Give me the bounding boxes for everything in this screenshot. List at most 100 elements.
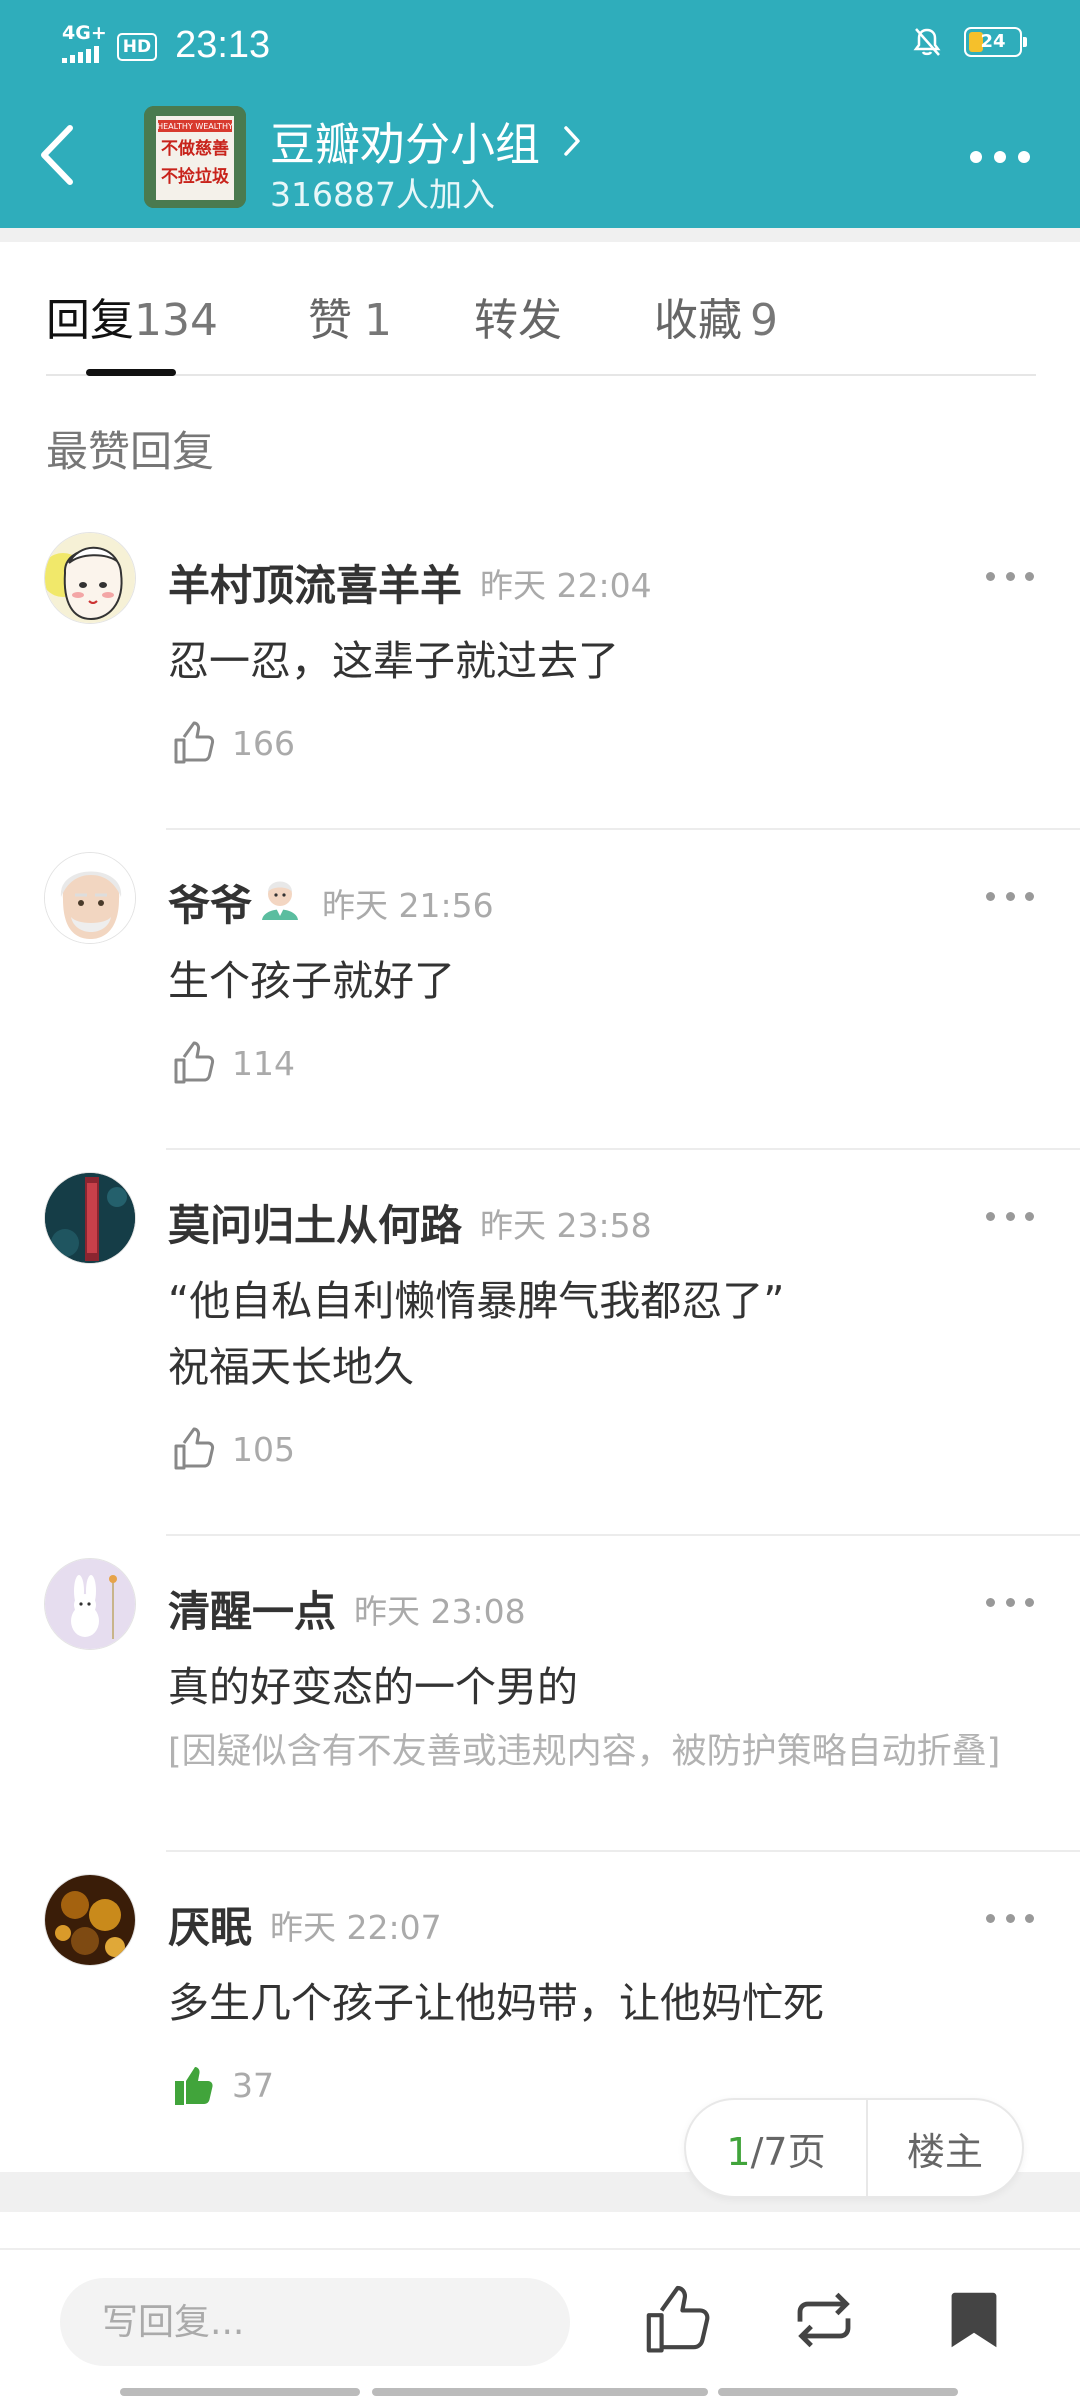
group-avatar[interactable]: HEALTHY WEALTHY 不做慈善 不捡垃圾 bbox=[144, 106, 246, 208]
tab-collections-label: 收藏 bbox=[654, 295, 742, 346]
comment-text: 多生几个孩子让他妈带，让他妈忙死 bbox=[168, 1979, 824, 2027]
thumbs-up-icon bbox=[646, 2285, 710, 2353]
folded-notice: [因疑似含有不友善或违规内容，被防护策略自动折叠] bbox=[168, 1732, 1001, 1772]
tab-collections[interactable]: 收藏 9 bbox=[654, 284, 778, 348]
header-separator bbox=[0, 228, 1080, 242]
status-left: 4G+ HD 23:13 bbox=[62, 18, 270, 67]
group-avatar-line-2: 不捡垃圾 bbox=[161, 166, 230, 187]
comment-time: 昨天 22:07 bbox=[270, 1907, 442, 1947]
like-post-button[interactable] bbox=[636, 2280, 716, 2360]
gesture-bar bbox=[120, 2388, 360, 2396]
total-pages: /7页 bbox=[750, 2129, 826, 2174]
comment-divider bbox=[166, 1850, 1080, 1852]
signal-icon: 4G+ bbox=[62, 23, 107, 63]
author-name: 厌眠 bbox=[168, 1903, 253, 1952]
repost-button[interactable] bbox=[784, 2280, 864, 2360]
more-dot bbox=[1018, 151, 1030, 163]
group-avatar-label: HEALTHY WEALTHY bbox=[157, 122, 233, 131]
group-nav: HEALTHY WEALTHY 不做慈善 不捡垃圾 豆瓣劝分小组 316887人… bbox=[0, 92, 1080, 222]
tab-likes-label: 赞 bbox=[308, 295, 352, 346]
comment-divider bbox=[166, 1148, 1080, 1150]
page-indicator-button[interactable]: 1/7页 bbox=[686, 2121, 866, 2176]
avatar[interactable] bbox=[44, 1874, 136, 1966]
comment-text: 祝福天长地久 bbox=[168, 1343, 414, 1391]
group-member-count: 316887人加入 bbox=[270, 175, 495, 214]
network-type: 4G+ bbox=[62, 21, 107, 44]
more-dot bbox=[1025, 572, 1034, 581]
current-page: 1 bbox=[726, 2129, 751, 2174]
comment-text: 忍一忍，这辈子就过去了 bbox=[168, 637, 619, 685]
author-emoji bbox=[256, 874, 304, 932]
like-button[interactable]: 105 bbox=[168, 1424, 295, 1474]
tab-reposts[interactable]: 转发 bbox=[474, 284, 562, 348]
chevron-right-icon bbox=[564, 125, 580, 156]
comment-time: 昨天 23:08 bbox=[354, 1591, 526, 1631]
group-name-link[interactable]: 豆瓣劝分小组 bbox=[270, 108, 582, 173]
more-dot bbox=[994, 151, 1006, 163]
comment-author[interactable]: 厌眠 昨天 22:07 bbox=[168, 1894, 442, 1955]
comment-author[interactable]: 清醒一点 昨天 23:08 bbox=[168, 1578, 526, 1639]
like-count: 114 bbox=[232, 1043, 295, 1083]
status-bar: 4G+ HD 23:13 24 bbox=[0, 0, 1080, 84]
gesture-bar bbox=[372, 2388, 708, 2396]
app-header: 4G+ HD 23:13 24 HEALTHY WEALTHY 不做慈善 不捡垃… bbox=[0, 0, 1080, 228]
more-dot bbox=[1025, 1598, 1034, 1607]
gesture-bar bbox=[718, 2388, 958, 2396]
chevron-left-icon bbox=[41, 125, 73, 185]
like-count: 166 bbox=[232, 723, 295, 763]
more-dot bbox=[986, 1598, 995, 1607]
avatar[interactable] bbox=[44, 1172, 136, 1264]
bookmark-icon bbox=[951, 2292, 997, 2348]
like-button[interactable]: 166 bbox=[168, 718, 295, 768]
author-name: 莫问归土从何路 bbox=[168, 1201, 463, 1250]
more-dot bbox=[970, 151, 982, 163]
like-count: 37 bbox=[232, 2065, 274, 2105]
comment-text: “他自私自利懒惰暴脾气我都忍了” bbox=[168, 1277, 785, 1325]
more-dot bbox=[1025, 892, 1034, 901]
comment-author[interactable]: 莫问归土从何路 昨天 23:58 bbox=[168, 1192, 652, 1253]
more-dot bbox=[1025, 1212, 1034, 1221]
like-button[interactable]: 37 bbox=[168, 2060, 274, 2110]
tab-replies[interactable]: 回复134 bbox=[46, 284, 218, 348]
comment-time: 昨天 21:56 bbox=[322, 885, 494, 925]
more-dot bbox=[1005, 892, 1015, 901]
comment-more-button[interactable] bbox=[986, 1212, 1034, 1226]
avatar[interactable] bbox=[44, 852, 136, 944]
comment-more-button[interactable] bbox=[986, 1914, 1034, 1928]
reply-input[interactable] bbox=[60, 2278, 570, 2366]
like-button[interactable]: 114 bbox=[168, 1038, 295, 1088]
thumbs-up-icon bbox=[174, 721, 215, 764]
comment-more-button[interactable] bbox=[986, 1598, 1034, 1612]
more-dot bbox=[1005, 1212, 1015, 1221]
hd-badge: HD bbox=[116, 32, 158, 61]
more-options-button[interactable] bbox=[960, 132, 1040, 182]
thumbs-up-filled-icon bbox=[175, 2067, 213, 2105]
more-dot bbox=[1005, 1598, 1015, 1607]
status-time: 23:13 bbox=[175, 24, 271, 66]
battery-level: 24 bbox=[980, 31, 1006, 52]
author-only-button[interactable]: 楼主 bbox=[868, 2121, 1022, 2176]
back-button[interactable] bbox=[30, 120, 90, 190]
tab-reposts-label: 转发 bbox=[474, 295, 562, 346]
comment-author[interactable]: 爷爷 昨天 21:56 bbox=[168, 872, 494, 933]
bookmark-button[interactable] bbox=[934, 2280, 1014, 2360]
tab-likes[interactable]: 赞1 bbox=[308, 284, 392, 348]
tab-likes-count: 1 bbox=[364, 295, 392, 346]
bell-off-icon bbox=[913, 28, 941, 56]
author-name: 爷爷 bbox=[168, 881, 253, 930]
like-count: 105 bbox=[232, 1429, 295, 1469]
more-dot bbox=[1005, 1914, 1015, 1923]
author-name: 羊村顶流喜羊羊 bbox=[168, 561, 463, 610]
interaction-tabs: 回复134 赞1 转发 收藏 9 bbox=[46, 242, 1036, 376]
comment-more-button[interactable] bbox=[986, 572, 1034, 586]
comment-divider bbox=[166, 1534, 1080, 1536]
comment-author[interactable]: 羊村顶流喜羊羊 昨天 22:04 bbox=[168, 552, 652, 613]
bottom-action-bar bbox=[0, 2248, 1080, 2400]
comment-text: 真的好变态的一个男的 bbox=[168, 1663, 578, 1711]
comment-more-button[interactable] bbox=[986, 892, 1034, 906]
section-title: 最赞回复 bbox=[46, 427, 215, 476]
avatar[interactable] bbox=[44, 532, 136, 624]
comment-time: 昨天 23:58 bbox=[480, 1205, 652, 1245]
avatar[interactable] bbox=[44, 1558, 136, 1650]
group-name: 豆瓣劝分小组 bbox=[270, 118, 541, 171]
